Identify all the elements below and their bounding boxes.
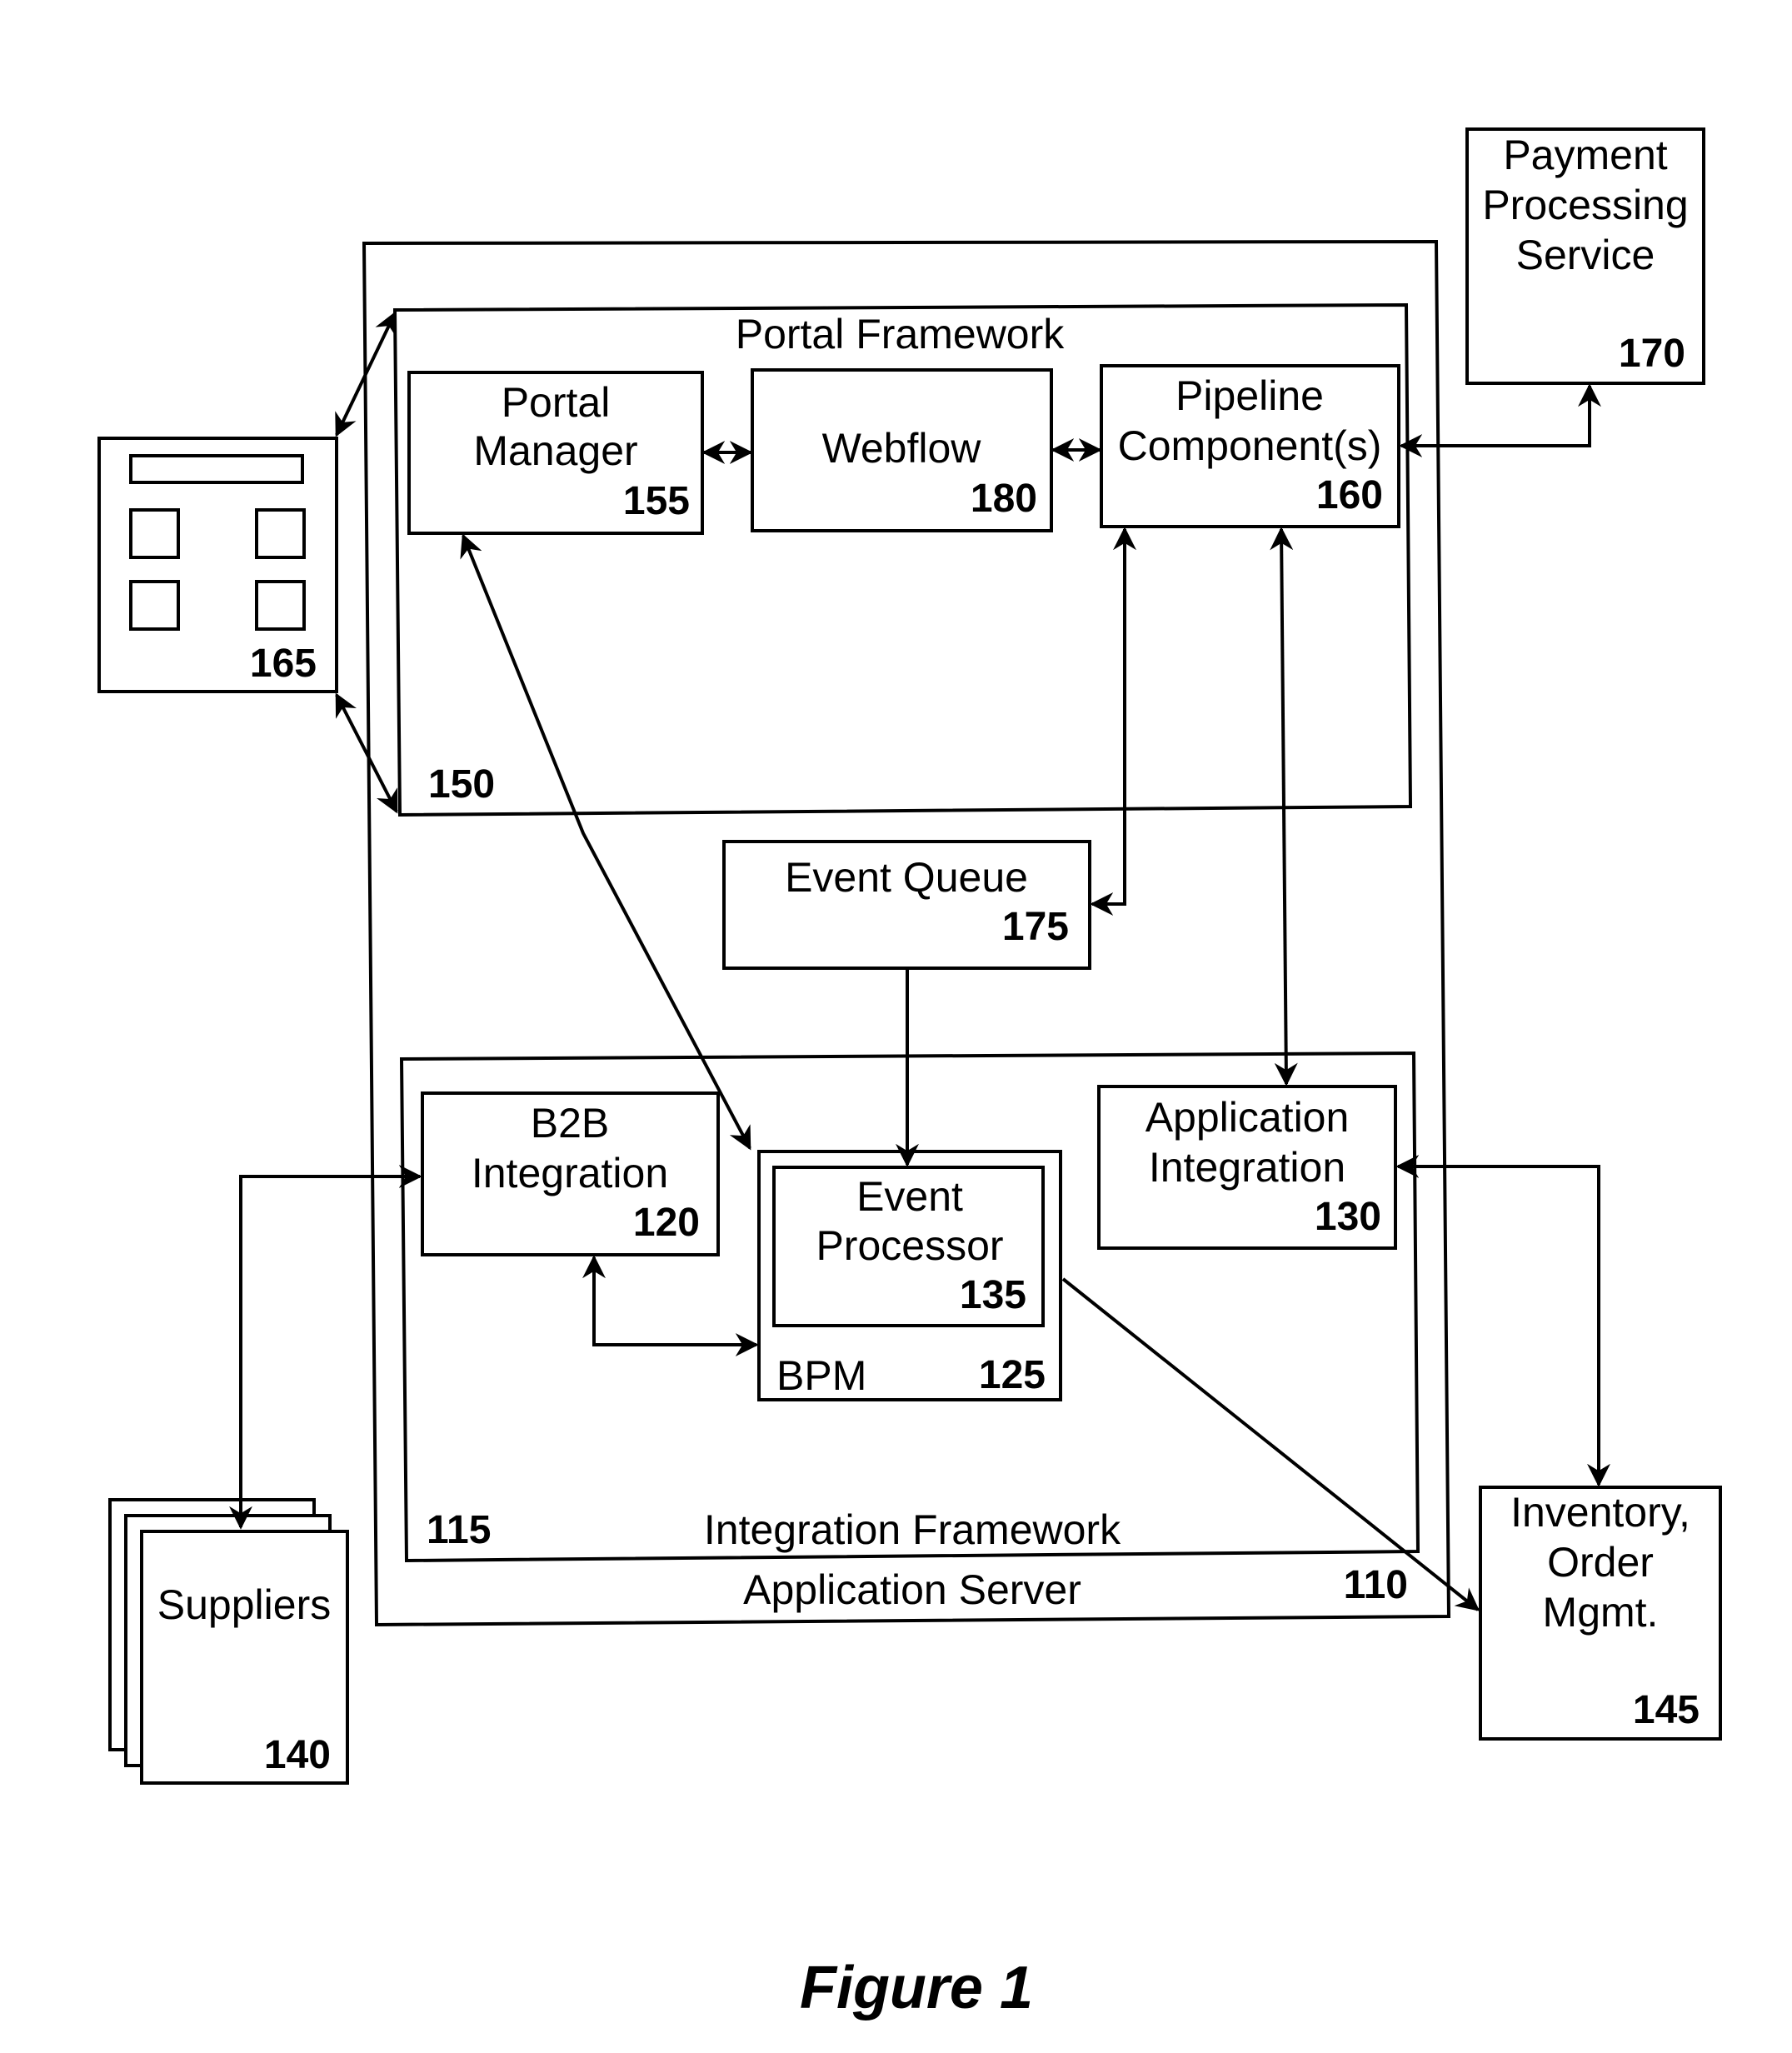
device-button-icon: [255, 508, 306, 559]
client-device: 165: [97, 437, 338, 693]
payment-label-1: Payment: [1503, 132, 1667, 178]
suppliers-ref: 140: [264, 1733, 331, 1777]
portal-manager-label-1: Portal: [502, 379, 611, 426]
device-button-icon: [129, 580, 180, 631]
app-integration-ref: 130: [1315, 1195, 1381, 1239]
pipeline-components: Pipeline Component(s) 160: [1100, 364, 1400, 528]
inventory-label-2: Order: [1547, 1539, 1654, 1586]
device-button-icon: [129, 508, 180, 559]
integration-framework-label: Integration Framework: [704, 1506, 1121, 1553]
bpm-label: BPM: [776, 1352, 866, 1399]
pipeline-label-2: Component(s): [1118, 422, 1382, 469]
inventory-ref: 145: [1633, 1688, 1700, 1732]
portal-manager-label-2: Manager: [473, 427, 637, 474]
figure-caption: Figure 1: [800, 1955, 1033, 2021]
payment-ref: 170: [1619, 332, 1685, 376]
event-queue-ref: 175: [1002, 905, 1069, 949]
b2b-ref: 120: [633, 1201, 700, 1245]
architecture-diagram: Application Server 110 Portal Framework …: [97, 127, 1722, 2021]
bpm-ref: 125: [979, 1353, 1046, 1397]
portal-framework-label: Portal Framework: [736, 311, 1066, 357]
client-device-ref: 165: [250, 642, 317, 686]
event-queue-label: Event Queue: [785, 854, 1028, 901]
pipeline-label-1: Pipeline: [1176, 372, 1324, 419]
inventory-order-mgmt: Inventory, Order Mgmt. 145: [1479, 1486, 1722, 1741]
device-button-icon: [255, 580, 306, 631]
event-queue: Event Queue 175: [722, 840, 1091, 970]
event-processor-ref: 135: [960, 1273, 1026, 1317]
inventory-label-1: Inventory,: [1510, 1489, 1690, 1536]
b2b-label-2: Integration: [472, 1150, 668, 1196]
event-processor-label-1: Event: [856, 1173, 963, 1220]
event-processor-label-2: Processor: [816, 1222, 1003, 1269]
payment-label-3: Service: [1516, 232, 1655, 278]
webflow: Webflow 180: [751, 368, 1053, 532]
event-processor: Event Processor 135: [772, 1166, 1045, 1327]
b2b-label-1: B2B: [531, 1100, 610, 1146]
portal-manager: Portal Manager 155: [407, 371, 704, 535]
app-integration-label-2: Integration: [1149, 1144, 1345, 1191]
inventory-label-3: Mgmt.: [1543, 1589, 1659, 1636]
device-screen-icon: [129, 454, 304, 484]
suppliers: Suppliers 140: [108, 1498, 349, 1785]
application-server-label: Application Server: [743, 1566, 1081, 1613]
suppliers-label: Suppliers: [157, 1581, 331, 1628]
pipeline-ref: 160: [1316, 473, 1383, 517]
payment-processing-service: Payment Processing Service 170: [1465, 127, 1705, 385]
b2b-integration: B2B Integration 120: [421, 1091, 720, 1256]
webflow-ref: 180: [971, 477, 1037, 521]
payment-label-2: Processing: [1482, 182, 1688, 228]
application-integration: Application Integration 130: [1097, 1085, 1397, 1250]
integration-framework-ref: 115: [427, 1508, 491, 1552]
app-integration-label-1: Application: [1146, 1094, 1350, 1141]
portal-manager-ref: 155: [623, 479, 690, 523]
webflow-label: Webflow: [822, 425, 982, 472]
portal-framework-ref: 150: [428, 762, 495, 807]
application-server-ref: 110: [1344, 1563, 1408, 1607]
